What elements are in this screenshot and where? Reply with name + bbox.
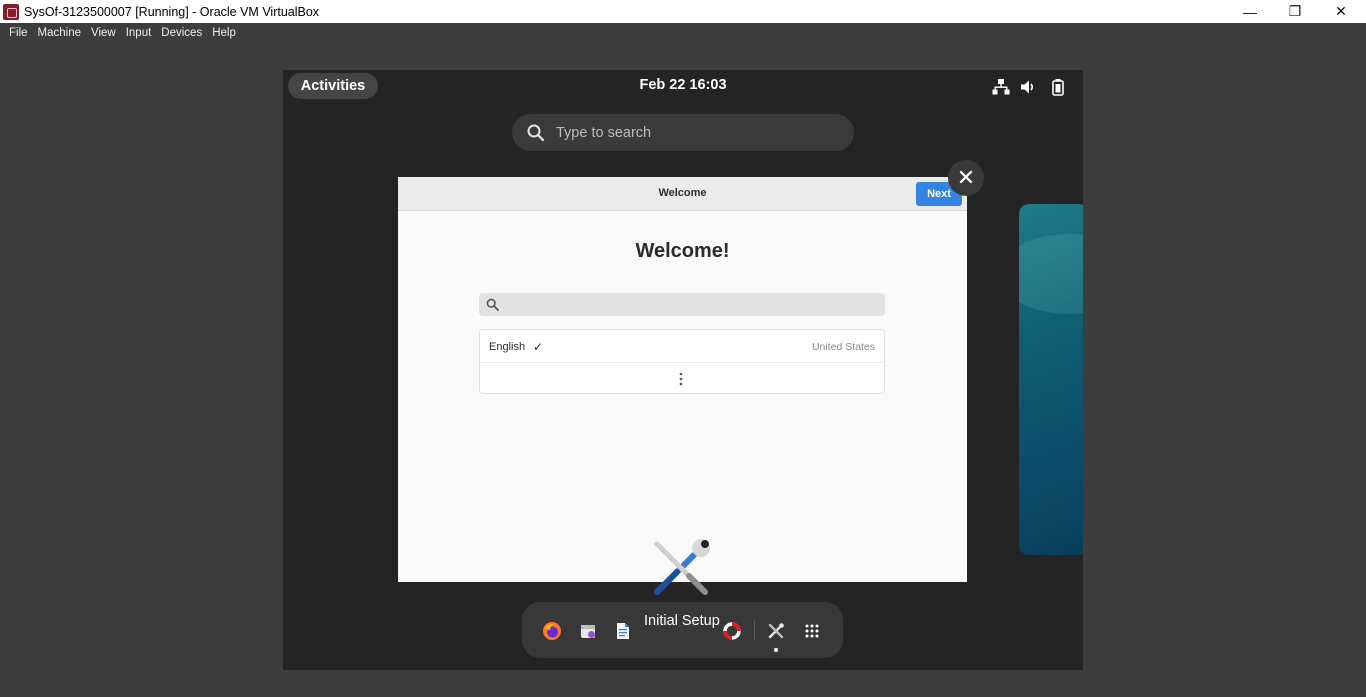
window-header-title: Welcome	[658, 187, 707, 199]
overview-search-bar[interactable]: Type to search	[512, 114, 854, 151]
virtualbox-logo-icon	[3, 3, 19, 20]
window-title: SysOf-3123500007 [Running] - Oracle VM V…	[24, 4, 320, 19]
vm-display[interactable]: Activities Feb 22 16:03 Type to search W…	[283, 70, 1083, 670]
search-icon	[527, 124, 545, 141]
language-region: United States	[811, 341, 875, 353]
close-button[interactable]: ✕	[1318, 0, 1364, 23]
menu-input[interactable]: Input	[121, 27, 157, 39]
dash-separator	[754, 620, 755, 640]
host-titlebar: SysOf-3123500007 [Running] - Oracle VM V…	[0, 0, 1366, 23]
volume-icon[interactable]	[1019, 78, 1037, 96]
network-icon[interactable]	[992, 78, 1010, 96]
top-bar-clock[interactable]: Feb 22 16:03	[283, 77, 1083, 93]
menu-machine[interactable]: Machine	[33, 27, 86, 39]
running-indicator	[774, 648, 778, 652]
more-options-icon[interactable]	[676, 372, 686, 386]
window-header: Welcome Next	[398, 177, 967, 211]
close-window-button[interactable]: ✕	[948, 160, 984, 196]
menu-file[interactable]: File	[4, 27, 33, 39]
help-icon[interactable]	[722, 621, 742, 641]
language-search-input[interactable]	[479, 293, 885, 316]
text-editor-icon[interactable]	[613, 621, 633, 641]
language-name: English	[489, 341, 526, 353]
menu-devices[interactable]: Devices	[156, 27, 207, 39]
initial-setup-app-icon	[654, 539, 710, 595]
initial-setup-window[interactable]: Welcome Next Welcome! English ✓ United S…	[398, 177, 967, 582]
calendar-icon[interactable]	[578, 621, 598, 641]
tools-icon[interactable]	[766, 621, 786, 641]
checkmark-icon: ✓	[533, 340, 544, 354]
language-list: English ✓ United States	[479, 329, 885, 394]
next-workspace-thumbnail[interactable]	[1019, 204, 1083, 555]
menu-help[interactable]: Help	[207, 27, 241, 39]
dash	[522, 602, 843, 658]
minimize-button[interactable]: —	[1227, 0, 1273, 23]
language-row[interactable]: English ✓ United States	[480, 330, 884, 363]
welcome-heading: Welcome!	[635, 240, 730, 262]
app-grid-icon[interactable]	[802, 621, 822, 641]
search-icon	[486, 298, 499, 311]
app-tooltip: Initial Setup	[641, 613, 723, 629]
search-placeholder: Type to search	[556, 124, 652, 141]
firefox-icon[interactable]	[542, 621, 562, 641]
battery-icon[interactable]	[1049, 78, 1067, 96]
restore-button[interactable]: ❐	[1272, 0, 1318, 23]
host-menubar: File Machine View Input Devices Help	[0, 23, 1366, 42]
menu-view[interactable]: View	[86, 27, 121, 39]
